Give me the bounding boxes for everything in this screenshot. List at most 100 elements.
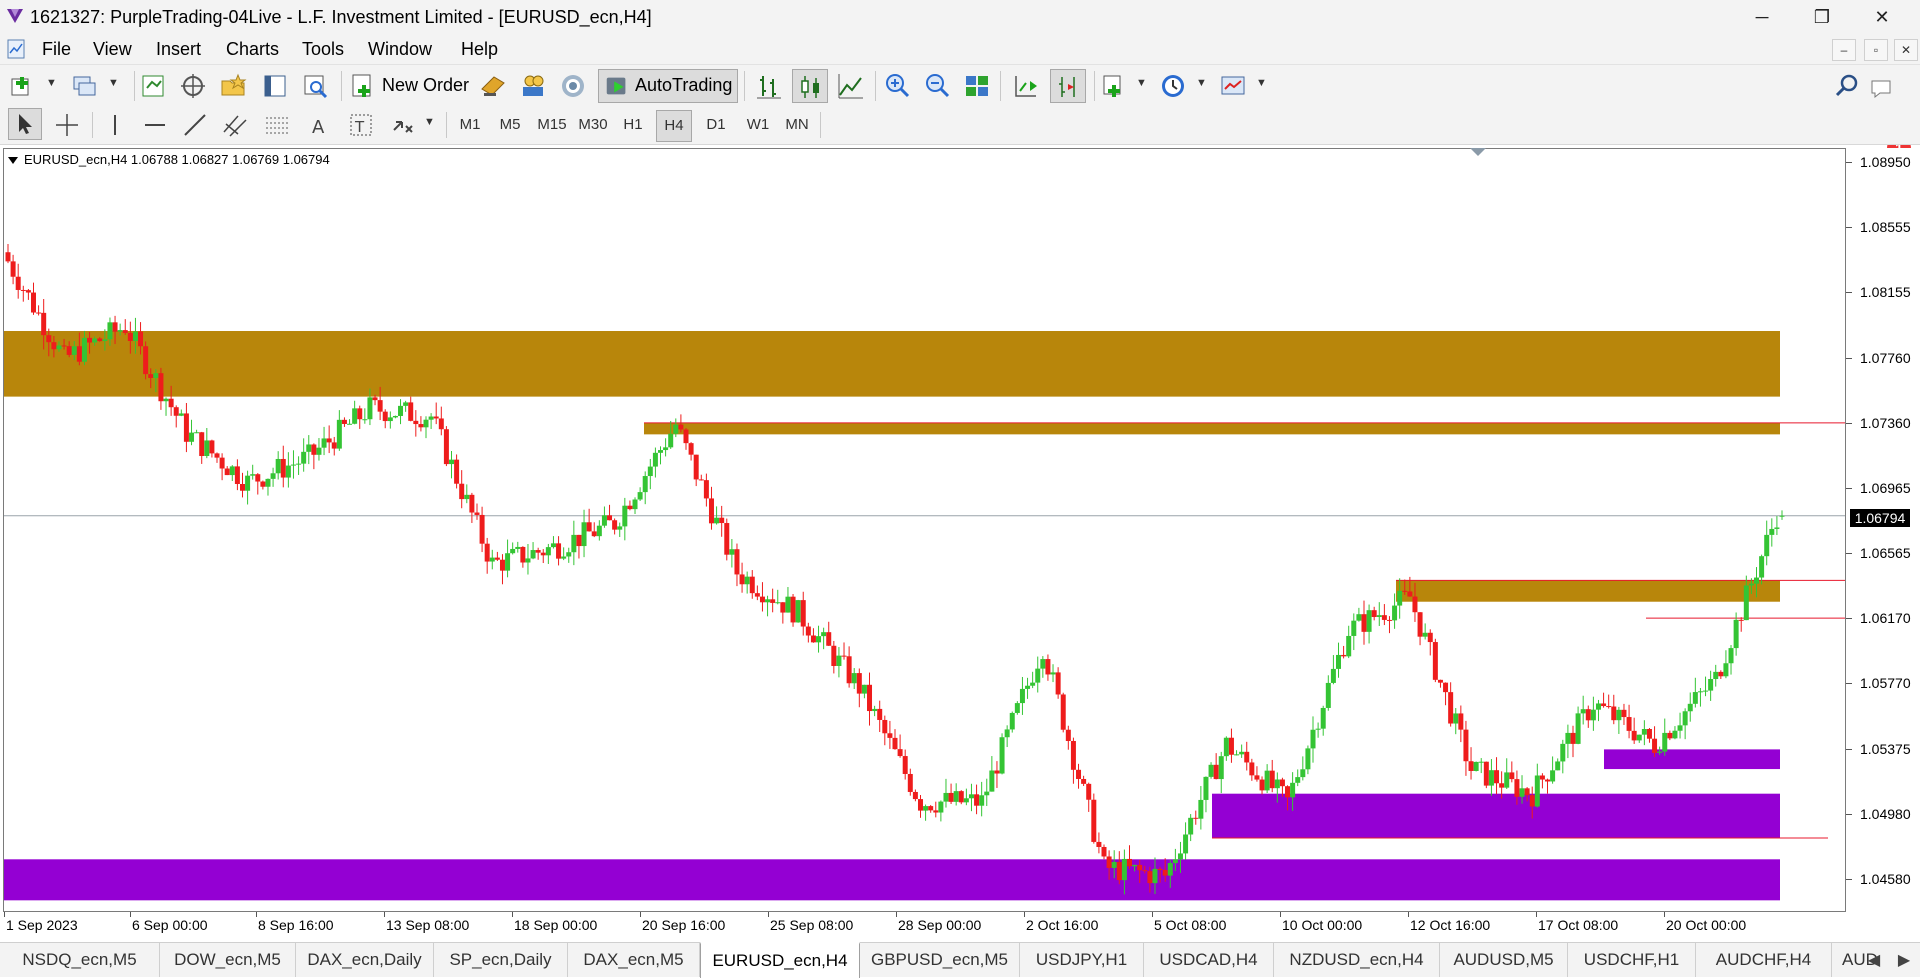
navigator-folder-icon[interactable]	[218, 71, 248, 101]
candle-body	[1759, 556, 1765, 578]
tabs-scroll-right-button[interactable]: ▶	[1892, 949, 1916, 973]
minimize-button[interactable]: ─	[1732, 0, 1792, 34]
tab-dow-ecn-m5[interactable]: DOW_ecn,M5	[160, 943, 296, 977]
candle-body	[550, 543, 556, 548]
vertical-line-icon[interactable]	[100, 110, 130, 140]
tab-audchf-h4[interactable]: AUDCHF,H4	[1696, 943, 1832, 977]
profiles-dropdown-icon[interactable]: ▼	[108, 77, 119, 89]
candle-body	[46, 335, 52, 343]
text-tool-icon[interactable]: A	[304, 110, 334, 140]
new-chart-icon[interactable]	[8, 71, 38, 101]
price-scale[interactable]	[1846, 148, 1920, 912]
candle-body	[1754, 577, 1760, 584]
indicators-dropdown-icon[interactable]: ▼	[1136, 77, 1147, 89]
zoom-in-icon[interactable]	[882, 71, 912, 101]
mdi-close-button[interactable]: ✕	[1894, 39, 1918, 61]
horizontal-line-icon[interactable]	[140, 110, 170, 140]
cursor-button[interactable]	[8, 108, 42, 140]
menu-view[interactable]: View	[93, 39, 132, 60]
candle-body	[1692, 692, 1698, 704]
fibonacci-retracement-icon[interactable]	[262, 110, 292, 140]
candle-body	[775, 602, 781, 604]
crosshair-icon[interactable]	[52, 110, 82, 140]
tab-usdcad-h4[interactable]: USDCAD,H4	[1144, 943, 1274, 977]
text-label-icon[interactable]: T	[346, 110, 376, 140]
terminal-icon[interactable]	[260, 71, 290, 101]
tab-nzdusd-ecn-h4[interactable]: NZDUSD_ecn,H4	[1274, 943, 1440, 977]
arrows-dropdown-icon[interactable]: ▼	[424, 116, 435, 128]
tab-gbpusd-ecn-m5[interactable]: GBPUSD_ecn,M5	[860, 943, 1020, 977]
equidistant-channel-icon[interactable]	[220, 110, 250, 140]
timeframe-mn[interactable]: MN	[781, 114, 813, 136]
trendline-icon[interactable]	[180, 110, 210, 140]
timeframe-m30[interactable]: M30	[575, 114, 611, 136]
candle-body	[1555, 761, 1561, 771]
candle-body	[545, 547, 551, 556]
templates-dropdown-icon[interactable]: ▼	[1256, 77, 1267, 89]
candle-body	[1417, 612, 1423, 637]
timeframe-m5[interactable]: M5	[494, 114, 526, 136]
candlestick-chart-button[interactable]	[792, 69, 828, 103]
periods-clock-icon[interactable]	[1158, 71, 1188, 101]
menu-help[interactable]: Help	[461, 39, 498, 60]
menu-window[interactable]: Window	[368, 39, 432, 60]
mdi-restore-button[interactable]: ▫	[1864, 39, 1888, 61]
restore-button[interactable]: ❐	[1792, 0, 1852, 34]
signals-icon[interactable]	[518, 71, 548, 101]
tab-nsdq-ecn-m5[interactable]: NSDQ_ecn,M5	[0, 943, 160, 977]
tab-dax-ecn-daily[interactable]: DAX_ecn,Daily	[296, 943, 434, 977]
candle-body	[1147, 871, 1153, 884]
timeframe-w1[interactable]: W1	[742, 114, 774, 136]
chart-shift-icon[interactable]	[1010, 71, 1040, 101]
strategy-tester-icon[interactable]	[300, 71, 330, 101]
candle-body	[872, 708, 878, 712]
close-button[interactable]: ✕	[1852, 0, 1912, 34]
indicators-icon[interactable]	[1100, 71, 1130, 101]
time-axis-label: 10 Oct 00:00	[1282, 917, 1363, 933]
timeframe-h1[interactable]: H1	[617, 114, 649, 136]
chart-plot-area[interactable]	[4, 149, 1845, 911]
bar-chart-icon[interactable]	[754, 71, 784, 101]
auto-scroll-button[interactable]	[1050, 69, 1086, 103]
crosshair-navigator-icon[interactable]	[178, 71, 208, 101]
zoom-out-icon[interactable]	[922, 71, 952, 101]
candle-body	[1488, 770, 1494, 786]
candle-body	[214, 453, 220, 458]
candle-body	[173, 407, 179, 416]
timeframe-m15[interactable]: M15	[534, 114, 570, 136]
tab-sp-ecn-daily[interactable]: SP_ecn,Daily	[434, 943, 568, 977]
arrows-icon[interactable]	[388, 110, 418, 140]
new-order-icon[interactable]	[348, 71, 378, 101]
market-watch-icon[interactable]	[138, 71, 168, 101]
chart-document-icon[interactable]	[5, 37, 27, 61]
menu-tools[interactable]: Tools	[302, 39, 344, 60]
timeframe-h4[interactable]: H4	[656, 110, 692, 142]
menu-charts[interactable]: Charts	[226, 39, 279, 60]
metaeditor-icon[interactable]	[478, 71, 508, 101]
tab-usdjpy-h1[interactable]: USDJPY,H1	[1020, 943, 1144, 977]
tab-eurusd-ecn-h4[interactable]: EURUSD_ecn,H4	[700, 942, 860, 978]
autotrading-button[interactable]: AutoTrading	[598, 69, 738, 103]
tab-dax-ecn-m5[interactable]: DAX_ecn,M5	[568, 943, 700, 977]
menu-insert[interactable]: Insert	[156, 39, 201, 60]
templates-icon[interactable]	[1218, 71, 1248, 101]
tabs-scroll-left-button[interactable]: ◀	[1862, 949, 1886, 973]
tile-windows-icon[interactable]	[962, 71, 992, 101]
candle-body	[999, 737, 1005, 774]
mdi-minimize-button[interactable]: –	[1832, 39, 1856, 61]
profiles-icon[interactable]	[70, 71, 100, 101]
vps-icon[interactable]	[558, 71, 588, 101]
candle-body	[1366, 610, 1372, 632]
line-chart-icon[interactable]	[836, 71, 866, 101]
tab-audusd-m5[interactable]: AUDUSD,M5	[1440, 943, 1568, 977]
menu-file[interactable]: File	[42, 39, 71, 60]
chat-messages-icon[interactable]	[1868, 73, 1898, 103]
chart-menu-triangle-icon[interactable]	[8, 157, 18, 165]
search-icon[interactable]	[1832, 71, 1862, 101]
new-order-button[interactable]: New Order	[382, 75, 469, 96]
periods-dropdown-icon[interactable]: ▼	[1196, 77, 1207, 89]
timeframe-m1[interactable]: M1	[454, 114, 486, 136]
new-chart-dropdown-icon[interactable]: ▼	[46, 77, 57, 89]
tab-usdchf-h1[interactable]: USDCHF,H1	[1568, 943, 1696, 977]
timeframe-d1[interactable]: D1	[700, 114, 732, 136]
